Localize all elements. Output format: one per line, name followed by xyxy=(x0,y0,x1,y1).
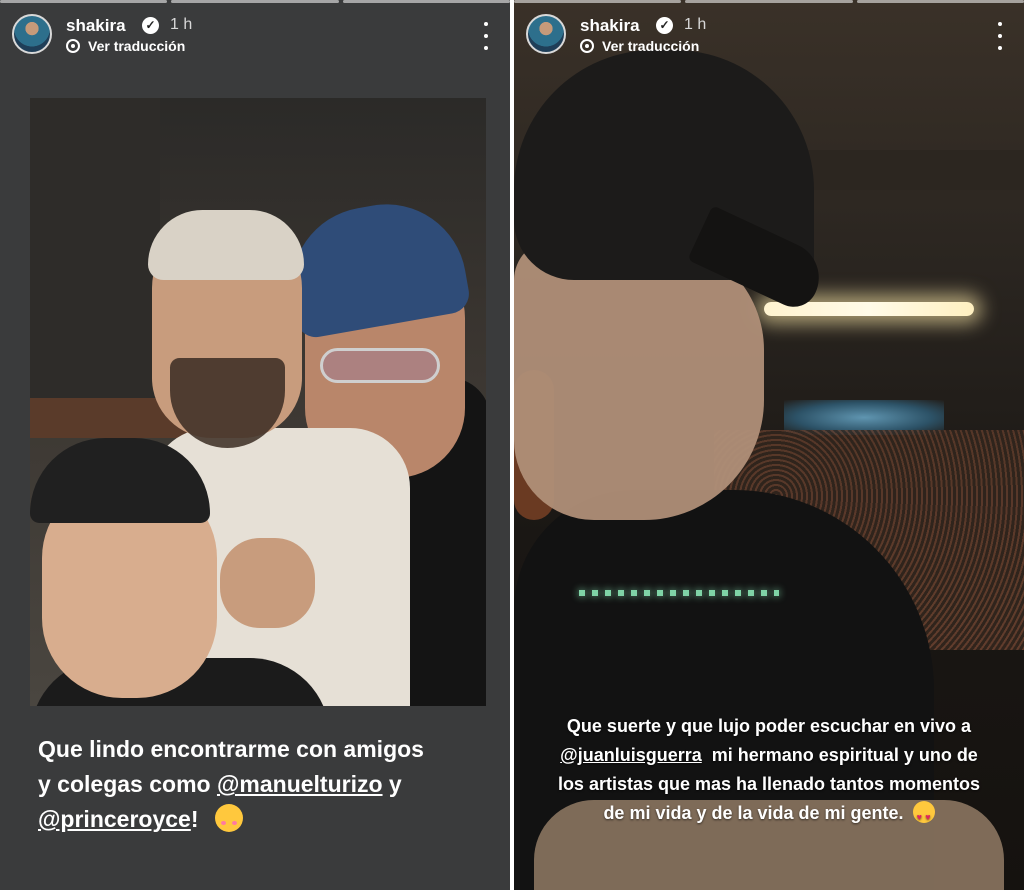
story-left: shakira ✓ 1 h Ver traducción Que lindo e… xyxy=(0,0,510,890)
post-time: 1 h xyxy=(684,16,707,33)
story-caption: Que suerte y que lujo poder escuchar en … xyxy=(514,712,1024,832)
avatar[interactable] xyxy=(526,14,566,54)
see-translation-label: Ver traducción xyxy=(602,38,700,54)
smiling-face-with-hearts-emoji xyxy=(214,804,243,832)
caption-text: de mi vida y de la vida de mi gente. xyxy=(603,803,904,823)
story-progress-bar xyxy=(514,0,1024,3)
caption-line: y colegas como @manuelturizo y xyxy=(38,767,498,802)
caption-line: Que suerte y que lujo poder escuchar en … xyxy=(566,716,972,736)
heart-eyes-emoji xyxy=(912,801,935,832)
username[interactable]: shakira xyxy=(66,16,126,36)
see-translation-button[interactable]: Ver traducción xyxy=(580,38,699,54)
caption-line: @juanluisguerra mi hermano espiritual y … xyxy=(514,741,1024,770)
caption-line: Que lindo encontrarme con amigos xyxy=(38,736,424,762)
verified-badge-icon: ✓ xyxy=(656,17,673,34)
translate-icon xyxy=(66,39,80,53)
caption-text: ! xyxy=(190,806,199,832)
mention-link[interactable]: @juanluisguerra xyxy=(560,745,702,765)
mention-link[interactable]: @princeroyce xyxy=(38,806,191,832)
see-translation-button[interactable]: Ver traducción xyxy=(66,38,185,54)
story-photo xyxy=(30,98,486,706)
more-options-icon[interactable] xyxy=(992,22,1008,50)
story-progress-bar xyxy=(0,0,510,3)
story-header: shakira ✓ 1 h Ver traducción xyxy=(524,8,1014,64)
see-translation-label: Ver traducción xyxy=(88,38,186,54)
story-caption: Que lindo encontrarme con amigos y coleg… xyxy=(38,732,498,837)
caption-line: de mi vida y de la vida de mi gente. xyxy=(514,799,1024,832)
verified-badge-icon: ✓ xyxy=(142,17,159,34)
caption-text: y colegas como xyxy=(38,771,217,797)
post-time: 1 h xyxy=(170,16,193,33)
more-options-icon[interactable] xyxy=(478,22,494,50)
translate-icon xyxy=(580,39,594,53)
caption-line: @princeroyce! xyxy=(38,802,498,837)
mention-link[interactable]: @manuelturizo xyxy=(217,771,383,797)
story-right: shakira ✓ 1 h Ver traducción Que suerte … xyxy=(514,0,1024,890)
caption-line: los artistas que mas ha llenado tantos m… xyxy=(557,774,981,794)
caption-text: y xyxy=(382,771,402,797)
username[interactable]: shakira xyxy=(580,16,640,36)
avatar[interactable] xyxy=(12,14,52,54)
story-header: shakira ✓ 1 h Ver traducción xyxy=(10,8,500,64)
caption-text: mi hermano espiritual y uno de xyxy=(701,745,978,765)
